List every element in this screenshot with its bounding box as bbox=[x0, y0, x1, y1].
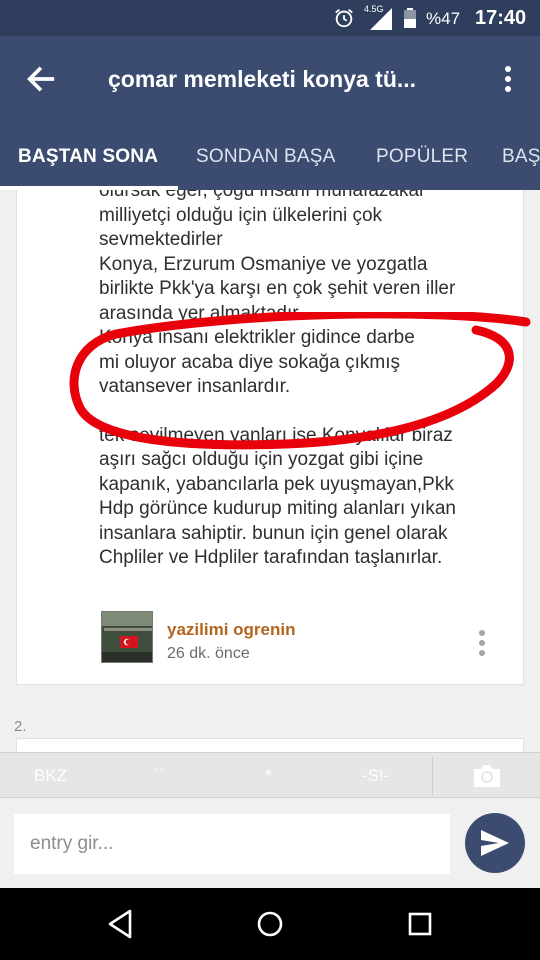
flag-avatar-image bbox=[102, 612, 152, 662]
status-bar: 4.5G %47 17:40 bbox=[0, 0, 540, 36]
tab-sondan-basa[interactable]: SONDAN BAŞA bbox=[196, 146, 335, 168]
app-bar: çomar memleketi konya tü... bbox=[0, 36, 540, 122]
tab-overflow[interactable]: BAŞ bbox=[502, 146, 540, 168]
entry-list[interactable]: olursak eğer, çoğu insanı muhafazakar mi… bbox=[0, 190, 540, 752]
entry-timestamp: 26 dk. önce bbox=[167, 645, 250, 662]
overflow-menu-icon[interactable] bbox=[498, 64, 518, 98]
nav-recents-icon[interactable] bbox=[408, 912, 432, 936]
entry-card: olursak eğer, çoğu insanı muhafazakar mi… bbox=[16, 190, 524, 685]
entry-line: Chpliler ve Hdpliler tarafından taşlanır… bbox=[99, 547, 443, 568]
nav-home-icon[interactable] bbox=[256, 910, 284, 938]
entry-line: Konya insanı elektrikler gidince darbe bbox=[99, 327, 415, 348]
entry-line: milliyetçi olduğu için ülkelerini çok bbox=[99, 204, 383, 226]
clock: 17:40 bbox=[475, 7, 527, 29]
entry-line: birlikte Pkk'ya karşı en çok şehit veren… bbox=[99, 278, 456, 299]
entry-line: aşırı sağcı olduğu için yozgat gibi için… bbox=[99, 449, 424, 470]
entry-line: arasında yer almaktadır. bbox=[99, 302, 303, 324]
author-avatar[interactable] bbox=[101, 611, 153, 663]
entry-number: 2. bbox=[14, 718, 27, 735]
format-toolbar: BKZ `` * -S!- bbox=[0, 752, 540, 798]
compose-area bbox=[0, 798, 540, 888]
entry-line: mi oluyor acaba diye sokağa çıkmış bbox=[99, 351, 400, 373]
entry-line: olursak eğer, çoğu insanı muhafazakar bbox=[99, 190, 426, 201]
author-name[interactable]: yazilimi ogrenin bbox=[167, 620, 295, 640]
entry-line: insanlara sahiptir. bunun için genel ola… bbox=[99, 522, 448, 544]
nav-back-icon[interactable] bbox=[106, 908, 134, 940]
entry-more-icon[interactable] bbox=[477, 629, 487, 659]
battery-percent: %47 bbox=[426, 9, 461, 28]
signal-icon bbox=[370, 8, 392, 30]
entry-body: olursak eğer, çoğu insanı muhafazakar mi… bbox=[99, 190, 499, 571]
entry-line: kapanık, yabancılarla pek uyuşmayan,Pkk bbox=[99, 473, 454, 495]
tab-populer[interactable]: POPÜLER bbox=[376, 146, 468, 168]
back-arrow-icon[interactable] bbox=[24, 62, 58, 96]
entry-line: tek sevilmeyen yanları ise Konyalılar bi… bbox=[99, 424, 453, 446]
camera-icon[interactable] bbox=[471, 762, 503, 790]
entry-line: Hdp görünce kudurup miting alanları yıka… bbox=[99, 498, 456, 519]
quote-button[interactable]: `` bbox=[154, 766, 165, 786]
battery-icon bbox=[404, 8, 416, 28]
alarm-icon bbox=[335, 9, 353, 28]
toolbar-divider bbox=[432, 757, 433, 795]
spoiler-button[interactable]: -S!- bbox=[362, 766, 389, 786]
star-button[interactable]: * bbox=[265, 766, 272, 786]
entry-line: vatansever insanlardır. bbox=[99, 376, 291, 397]
entry-line: sevmektedirler bbox=[99, 229, 223, 250]
tab-bastan-sona[interactable]: BAŞTAN SONA bbox=[18, 146, 158, 168]
send-button[interactable] bbox=[465, 813, 525, 873]
topic-title: çomar memleketi konya tü... bbox=[108, 66, 417, 92]
bkz-button[interactable]: BKZ bbox=[34, 766, 67, 786]
entry-input[interactable] bbox=[14, 814, 450, 874]
send-icon bbox=[481, 830, 509, 856]
entry-card-next bbox=[16, 738, 524, 752]
system-nav-bar bbox=[0, 888, 540, 960]
entry-line: Konya, Erzurum Osmaniye ve yozgatla bbox=[99, 253, 428, 275]
sort-tabs: BAŞTAN SONA SONDAN BAŞA POPÜLER BAŞ bbox=[0, 122, 540, 190]
